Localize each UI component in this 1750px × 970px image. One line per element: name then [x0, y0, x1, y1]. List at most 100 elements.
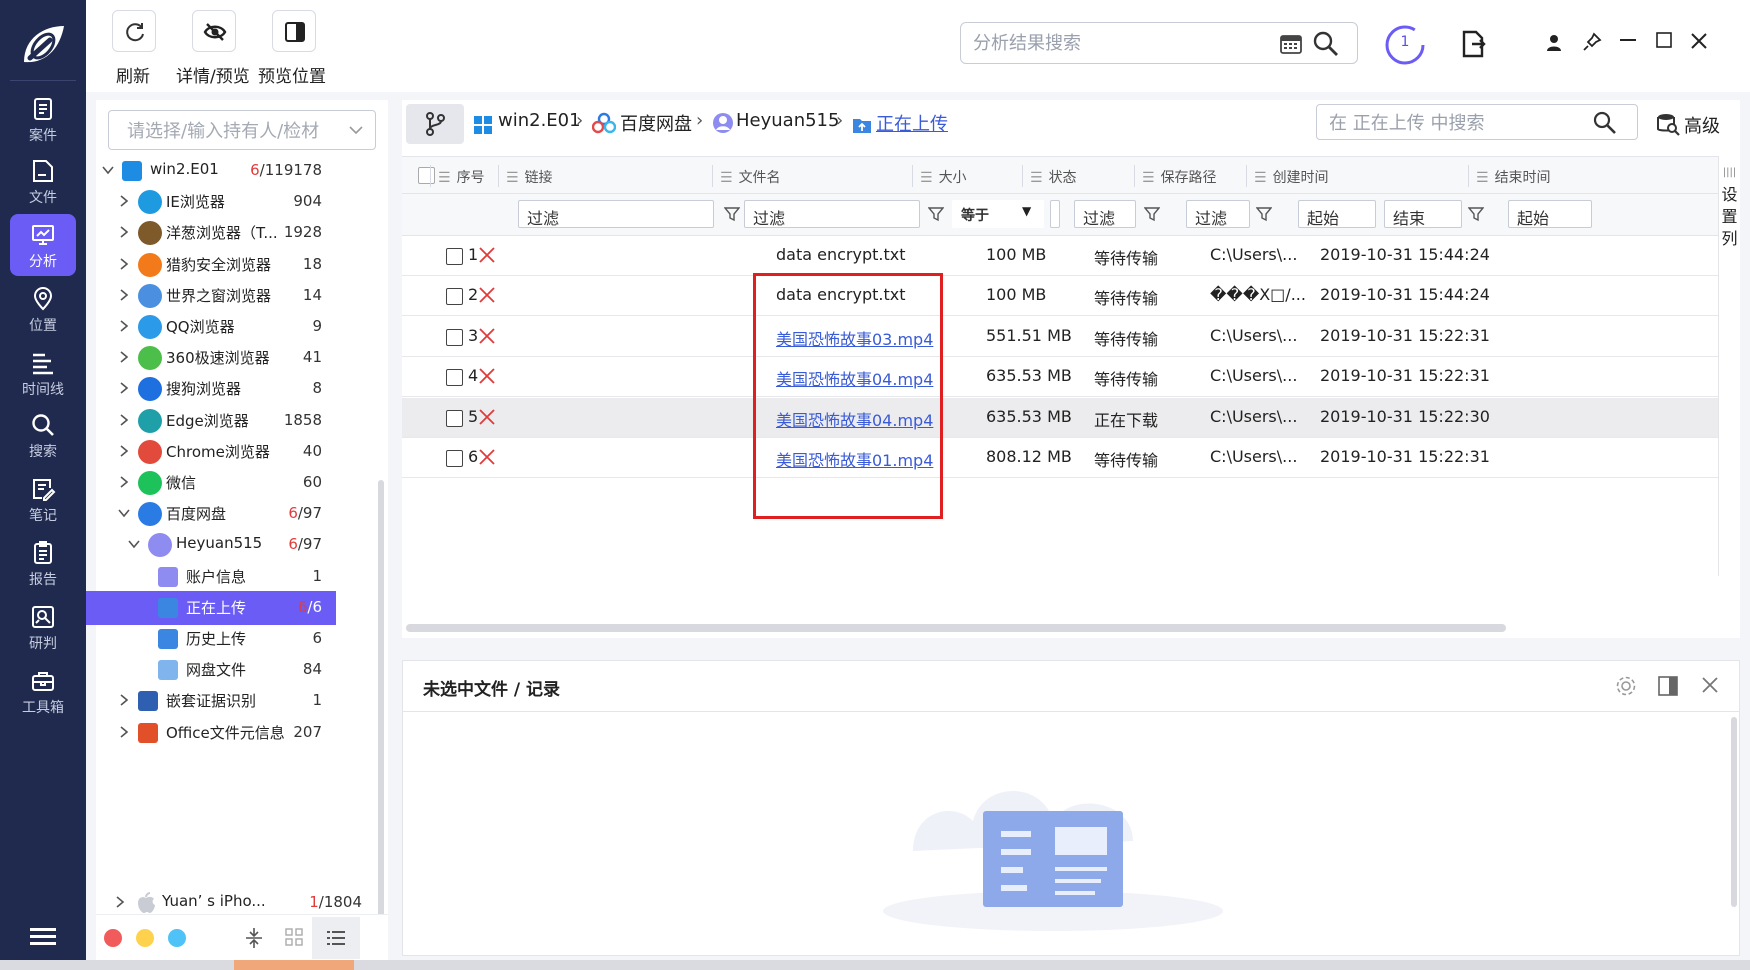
funnel-icon[interactable] — [1468, 206, 1484, 222]
nav-item-case[interactable]: 案件 — [10, 88, 76, 150]
delete-x-icon[interactable] — [478, 408, 496, 426]
branch-button[interactable] — [406, 104, 464, 144]
chevron-right-icon[interactable] — [118, 289, 130, 301]
funnel-icon[interactable] — [1144, 206, 1160, 222]
table-row[interactable]: 2 data encrypt.txt 100 MB 等待传输 ���X□/... 2019… — [402, 276, 1740, 317]
detail-preview-button[interactable] — [192, 10, 236, 52]
tree-scrollbar[interactable] — [378, 480, 384, 920]
maximize-icon[interactable] — [1656, 32, 1672, 48]
advanced-search-icon[interactable] — [1656, 112, 1680, 136]
nav-item-file[interactable]: 文件 — [10, 150, 76, 212]
chevron-right-icon[interactable] — [118, 195, 130, 207]
row-checkbox[interactable] — [446, 409, 463, 427]
tree-row[interactable]: 猎豹安全浏览器 18 — [96, 248, 336, 282]
chevron-right-icon[interactable] — [118, 445, 130, 457]
row-checkbox[interactable] — [446, 288, 463, 306]
nav-item-note[interactable]: 笔记 — [10, 468, 76, 530]
funnel-icon[interactable] — [928, 206, 944, 222]
funnel-icon[interactable] — [1256, 206, 1272, 222]
column-header[interactable]: ☰ 保存路径 — [1142, 167, 1217, 187]
tree-row[interactable]: IE浏览器 904 — [96, 185, 336, 219]
status-filter-input[interactable]: 过滤 — [1074, 200, 1136, 228]
chevron-right-icon[interactable] — [118, 413, 130, 426]
tree-row[interactable]: 微信 60 — [96, 466, 336, 500]
nav-item-timeline[interactable]: 时间线 — [10, 342, 76, 404]
search-icon[interactable] — [1313, 31, 1339, 57]
funnel-icon[interactable] — [724, 206, 740, 222]
tree-row[interactable]: 账户信息 1 — [96, 560, 336, 594]
column-header[interactable]: ☰ 链接 — [506, 167, 553, 187]
delete-x-icon[interactable] — [478, 367, 496, 385]
breadcrumb-item-image[interactable]: win2.E01 — [498, 110, 581, 131]
chevron-right-icon[interactable] — [118, 320, 130, 332]
analysis-search-input[interactable] — [973, 31, 1263, 55]
breadcrumb-item-uploading[interactable]: 正在上传 — [876, 110, 948, 136]
tree-row[interactable]: 正在上传 6/6 — [86, 590, 336, 625]
folder-search-input[interactable] — [1329, 111, 1569, 135]
delete-x-icon[interactable] — [478, 327, 496, 345]
table-row[interactable]: 5 美国恐怖故事04.mp4 635.53 MB 正在下载 C:\Users\... 20… — [402, 397, 1740, 438]
column-divider[interactable] — [1022, 165, 1023, 187]
chevron-right-icon[interactable] — [118, 351, 130, 363]
breadcrumb-item-baidu[interactable]: 百度网盘 — [620, 110, 692, 136]
pin-icon[interactable] — [1582, 32, 1602, 52]
table-row[interactable]: 4 美国恐怖故事04.mp4 635.53 MB 等待传输 C:\Users\... 20… — [402, 357, 1740, 398]
tree-row[interactable]: Edge浏览器 1858 — [96, 404, 336, 438]
gear-icon[interactable] — [1615, 675, 1637, 697]
column-divider[interactable] — [1134, 165, 1135, 187]
table-horizontal-scrollbar[interactable] — [406, 624, 1506, 632]
list-view-button[interactable] — [312, 917, 360, 959]
chevron-right-icon[interactable] — [118, 257, 130, 270]
size-value-input[interactable] — [1050, 200, 1060, 228]
tree-row[interactable]: Office文件元信息 207 — [96, 716, 336, 750]
column-divider[interactable] — [430, 165, 431, 187]
tree-row[interactable]: 搜狗浏览器 8 — [96, 372, 336, 406]
chevron-down-icon[interactable] — [102, 164, 114, 176]
grid-view-icon[interactable] — [284, 927, 304, 947]
owner-filter-select[interactable] — [108, 110, 376, 150]
chevron-down-icon[interactable] — [118, 507, 130, 519]
table-row[interactable]: 3 美国恐怖故事03.mp4 551.51 MB 等待传输 C:\Users\... 20… — [402, 316, 1740, 357]
chevron-right-icon[interactable] — [118, 226, 130, 239]
chevron-right-icon[interactable] — [114, 896, 126, 908]
column-header[interactable]: ☰ 创建时间 — [1254, 167, 1329, 187]
tree-row[interactable]: 嵌套证据识别 1 — [96, 684, 336, 718]
delete-x-icon[interactable] — [478, 286, 496, 304]
column-divider[interactable] — [912, 165, 913, 187]
nav-item-judge[interactable]: 研判 — [10, 596, 76, 658]
column-divider[interactable] — [712, 165, 713, 187]
preview-position-button[interactable] — [272, 10, 316, 52]
red-dot-icon[interactable] — [104, 929, 122, 947]
tree-row[interactable]: win2.E01 6/119178 — [96, 154, 336, 188]
created-start-input[interactable]: 起始 — [1298, 200, 1376, 228]
column-header[interactable]: ☰ 大小 — [920, 167, 967, 187]
blue-dot-icon[interactable] — [168, 929, 186, 947]
close-icon[interactable] — [1690, 32, 1708, 50]
breadcrumb-item-account[interactable]: Heyuan515 — [736, 110, 839, 131]
tree-row[interactable]: 360极速浏览器 41 — [96, 341, 336, 375]
tree-row[interactable]: 百度网盘 6/97 — [96, 497, 336, 531]
column-settings-strip[interactable]: |||| 设置列 — [1718, 156, 1740, 576]
chevron-right-icon[interactable] — [118, 725, 130, 738]
delete-x-icon[interactable] — [478, 246, 496, 264]
tree-row[interactable]: 历史上传 6 — [96, 622, 336, 656]
filename-filter-input[interactable]: 过滤 — [744, 200, 920, 228]
nav-item-search[interactable]: 搜索 — [10, 404, 76, 466]
created-end-input[interactable]: 结束 — [1384, 200, 1462, 228]
row-checkbox[interactable] — [446, 369, 463, 387]
column-header[interactable]: ☰ 状态 — [1030, 167, 1077, 187]
nav-item-toolbox[interactable]: 工具箱 — [10, 660, 76, 722]
nav-item-location[interactable]: 位置 — [10, 278, 76, 340]
path-filter-input[interactable]: 过滤 — [1186, 200, 1250, 228]
yellow-dot-icon[interactable] — [136, 929, 154, 947]
tree-row[interactable]: 网盘文件 84 — [96, 653, 336, 687]
table-row[interactable]: 6 美国恐怖故事01.mp4 808.12 MB 等待传输 C:\Users\... 20… — [402, 438, 1740, 478]
search-icon[interactable] — [1593, 111, 1617, 135]
column-divider[interactable] — [1468, 165, 1469, 187]
detail-vertical-scrollbar[interactable] — [1731, 717, 1737, 907]
column-header[interactable]: ☰ 序号 — [438, 167, 485, 187]
chevron-right-icon[interactable] — [118, 694, 130, 707]
select-all-checkbox[interactable] — [418, 167, 435, 184]
table-row[interactable]: 1 data encrypt.txt 100 MB 等待传输 C:\Users\... 2… — [402, 236, 1740, 276]
user-icon[interactable] — [1546, 34, 1562, 52]
